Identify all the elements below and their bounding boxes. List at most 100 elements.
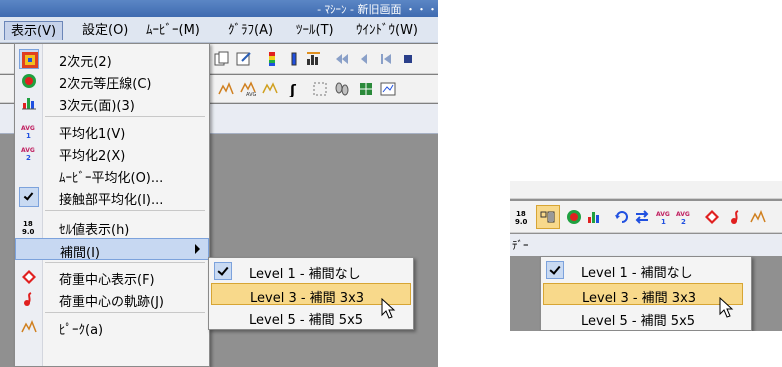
menu-item-label: 平均化2(X): [59, 149, 126, 164]
matrix-icon[interactable]: [358, 81, 374, 97]
dropdown-item-level5[interactable]: Level 5 - 補間 5x5: [543, 307, 743, 329]
2d-colormap-icon: [22, 52, 38, 68]
menu-item-interpolation[interactable]: 補間(I): [15, 238, 209, 261]
menu-item-cell-value[interactable]: 18 9.0 ｾﾙ値表示(h): [15, 216, 209, 238]
svg-text:2: 2: [26, 154, 31, 161]
color-scale-icon[interactable]: [264, 51, 280, 67]
toolbar-view: 18 9.0 AVG 1 AVG 2: [510, 201, 782, 233]
submenu-item-label: Level 3 - 補間 3x3: [250, 291, 365, 306]
dropdown-item-level1[interactable]: Level 1 - 補間なし: [543, 259, 743, 281]
stop-icon[interactable]: [400, 51, 416, 67]
menu-item-load-center-trail[interactable]: 荷重中心の軌跡(J): [15, 288, 209, 310]
menu-item-label: 接触部平均化(I)...: [59, 193, 164, 208]
menu-settings[interactable]: 設定(O): [76, 21, 134, 40]
contour-icon[interactable]: [566, 209, 582, 225]
copy-icon[interactable]: [214, 51, 230, 67]
check-icon: [214, 262, 232, 280]
peak-avg-icon[interactable]: AVG: [240, 81, 256, 97]
right-screenshot: 18 9.0 AVG 1 AVG 2 ﾃﾞｰ Level 1 - 補間なし Level…: [510, 181, 782, 331]
avg2-icon[interactable]: AVG2: [676, 209, 692, 225]
integral-icon[interactable]: ʃ: [286, 81, 302, 97]
check-icon: [19, 187, 39, 207]
menu-item-2d[interactable]: 2次元(2): [15, 48, 209, 70]
menu-item-label: ｾﾙ値表示(h): [59, 223, 130, 238]
rewind-start-icon[interactable]: [334, 51, 350, 67]
menu-item-label: 平均化1(V): [59, 127, 126, 142]
menu-item-label: 2次元(2): [59, 55, 112, 70]
svg-text:1: 1: [26, 132, 31, 139]
histogram-icon[interactable]: [306, 51, 322, 67]
svg-text:ʃ: ʃ: [289, 83, 297, 97]
3d-surface-icon: [22, 98, 36, 110]
peak-icon: [21, 320, 37, 333]
avg1-icon[interactable]: AVG1: [656, 209, 672, 225]
interpolation-button[interactable]: [536, 205, 560, 229]
svg-text:18: 18: [23, 220, 33, 228]
menu-item-label: 2次元等圧線(C): [59, 77, 152, 92]
avg2-icon: AVG2: [21, 147, 35, 161]
submenu-item-label: Level 1 - 補間なし: [249, 267, 361, 282]
menu-view[interactable]: 表示(V): [4, 21, 64, 40]
submenu-item-level1[interactable]: Level 1 - 補間なし: [211, 260, 411, 282]
menu-window[interactable]: ｳｲﾝﾄﾞｳ(W): [350, 21, 424, 40]
submenu-arrow-icon: [195, 244, 200, 254]
dropdown-item-label: Level 3 - 補間 3x3: [582, 291, 697, 306]
peak-icon[interactable]: [750, 209, 766, 225]
menu-item-label: ﾑｰﾋﾞｰ平均化(O)...: [59, 171, 164, 186]
menu-tools[interactable]: ﾂｰﾙ(T): [290, 21, 340, 40]
left-screenshot: - ﾏｼｰﾝ - 新旧画面 ・・・ 表示(V) 設定(O) ﾑｰﾋﾞｰ(M) ｸ…: [0, 0, 438, 367]
svg-text:9.0: 9.0: [22, 228, 35, 235]
grid-select-icon[interactable]: [312, 81, 328, 97]
menu-item-peak[interactable]: ﾋﾟｰｸ(a): [15, 316, 209, 338]
cell-value-icon[interactable]: 189.0: [514, 209, 530, 225]
chart-icon[interactable]: [380, 81, 396, 97]
tab-data[interactable]: ﾃﾞｰ: [512, 237, 529, 253]
menu-movie[interactable]: ﾑｰﾋﾞｰ(M): [140, 21, 206, 40]
load-center-trail-icon[interactable]: [728, 209, 744, 225]
menu-item-label: 荷重中心の軌跡(J): [59, 295, 164, 310]
mouse-cursor-icon: [381, 298, 396, 319]
menu-item-3d[interactable]: 3次元(面)(3): [15, 92, 209, 114]
first-frame-icon[interactable]: [378, 51, 394, 67]
mouse-cursor-icon: [719, 297, 734, 318]
menu-item-label: 補間(I): [60, 246, 100, 261]
menu-item-load-center[interactable]: 荷重中心表示(F): [15, 266, 209, 288]
svg-text:AVG: AVG: [676, 211, 690, 218]
submenu-item-label: Level 5 - 補間 5x5: [249, 313, 364, 328]
menu-item-label: 荷重中心表示(F): [59, 273, 155, 288]
step-back-icon[interactable]: [356, 51, 372, 67]
menu-graph[interactable]: ｸﾞﾗﾌ(A): [222, 21, 279, 40]
load-center-icon[interactable]: [704, 209, 720, 225]
bar-icon[interactable]: [286, 51, 302, 67]
menu-item-2d-contour[interactable]: 2次元等圧線(C): [15, 70, 209, 92]
menu-item-contact-average[interactable]: 接触部平均化(I)...: [15, 186, 209, 208]
svg-text:2: 2: [681, 218, 686, 225]
footprint-icon[interactable]: [334, 81, 350, 97]
edit-icon[interactable]: [236, 51, 252, 67]
svg-text:1: 1: [661, 218, 666, 225]
load-center-trail-icon: [24, 292, 32, 306]
window-title-bar: - ﾏｼｰﾝ - 新旧画面 ・・・: [0, 0, 438, 17]
view-menu-dropdown: 2次元(2) 2次元等圧線(C) 3次元(面)(3) AVG 1 平均化1(V) …: [14, 43, 210, 367]
3d-surface-icon[interactable]: [586, 209, 602, 225]
svg-text:18: 18: [516, 210, 526, 218]
peak-icon[interactable]: [218, 81, 234, 97]
menu-separator: [45, 262, 205, 263]
dropdown-item-label: Level 5 - 補間 5x5: [581, 314, 696, 329]
menu-item-average1[interactable]: AVG 1 平均化1(V): [15, 120, 209, 142]
dropdown-item-level3[interactable]: Level 3 - 補間 3x3: [543, 283, 743, 306]
menu-bar: 表示(V) 設定(O) ﾑｰﾋﾞｰ(M) ｸﾞﾗﾌ(A) ﾂｰﾙ(T) ｳｲﾝﾄ…: [0, 17, 438, 43]
dropdown-item-label: Level 1 - 補間なし: [581, 266, 693, 281]
svg-text:9.0: 9.0: [515, 218, 528, 225]
svg-text:AVG: AVG: [21, 147, 35, 154]
svg-text:AVG: AVG: [656, 211, 670, 218]
refresh-icon[interactable]: [614, 209, 630, 225]
menu-item-average2[interactable]: AVG 2 平均化2(X): [15, 142, 209, 164]
menu-item-label: ﾋﾟｰｸ(a): [59, 323, 104, 338]
avg1-icon: AVG1: [21, 125, 35, 139]
svg-text:AVG: AVG: [21, 125, 35, 132]
menu-item-movie-average[interactable]: ﾑｰﾋﾞｰ平均化(O)...: [15, 164, 209, 186]
swap-icon[interactable]: [634, 209, 650, 225]
menu-item-label: 3次元(面)(3): [59, 99, 135, 114]
peak-multi-icon[interactable]: [262, 81, 278, 97]
